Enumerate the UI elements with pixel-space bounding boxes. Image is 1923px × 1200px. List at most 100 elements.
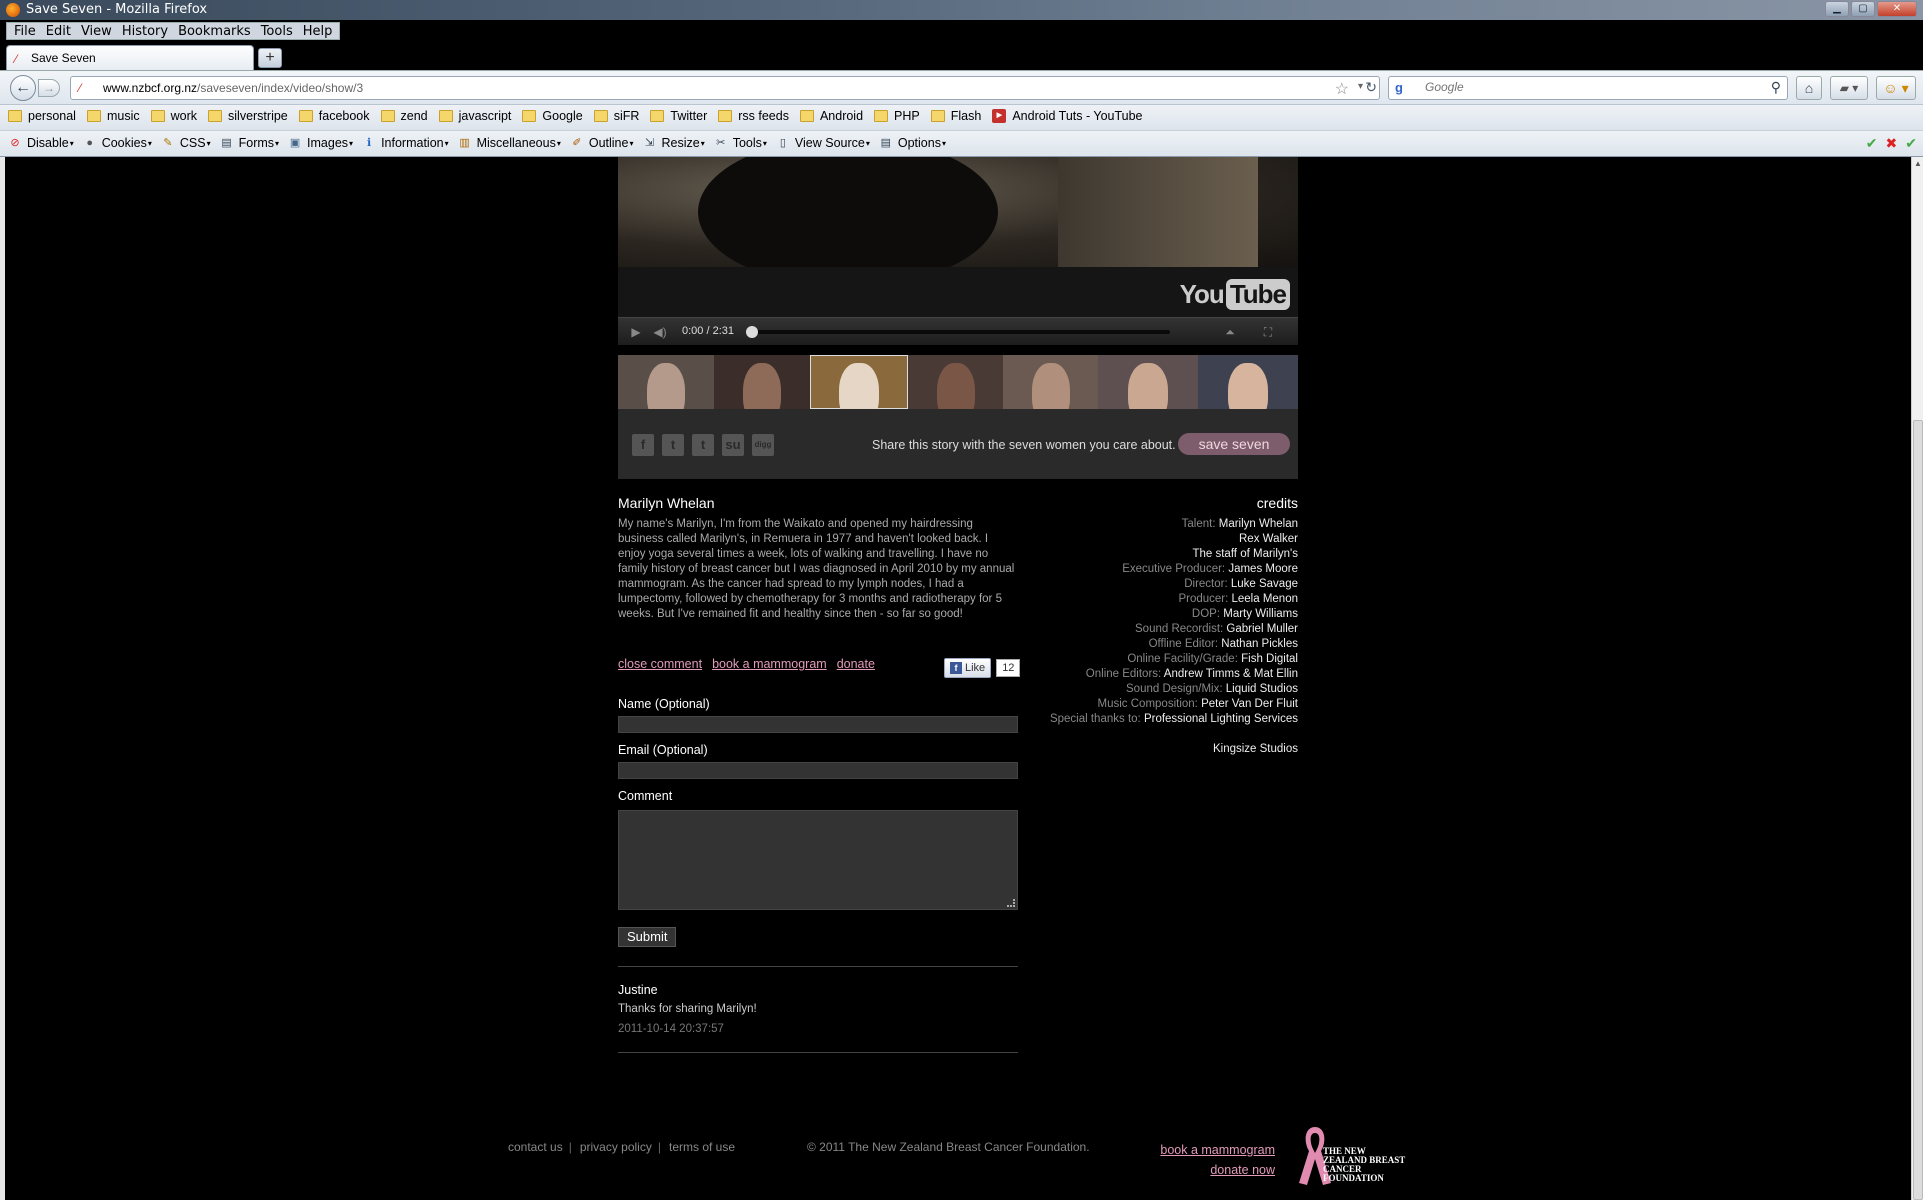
minimize-button[interactable]: ▁ [1825,1,1849,17]
js-error-icon[interactable]: ✖ [1886,135,1898,152]
fullscreen-icon[interactable]: ⛶ [1256,323,1280,341]
devbar-tools-menu[interactable]: ✂ Tools ▾ [714,136,767,150]
menu-edit[interactable]: Edit [41,23,76,39]
bookmark-folder-rss-feeds[interactable]: rss feeds [718,109,789,123]
story-thumbnail[interactable] [1098,355,1198,409]
extension-button[interactable]: ▰ ▾ [1830,76,1868,100]
tab-save-seven[interactable]: ⁄ Save Seven [6,45,254,70]
expand-icon[interactable]: ⏶ [1218,323,1242,341]
css-valid-icon[interactable]: ✔ [1866,135,1878,152]
footer-book-mammogram-link[interactable]: book a mammogram [1100,1140,1275,1160]
devbar-css-menu[interactable]: ✎ CSS ▾ [161,136,210,150]
donate-link[interactable]: donate [837,657,875,671]
search-bar[interactable]: g ⚲ [1388,76,1788,100]
bookmark-folder-twitter[interactable]: Twitter [650,109,707,123]
forward-button[interactable]: → [38,79,60,97]
bookmark-folder-work[interactable]: work [150,109,197,123]
menu-tools[interactable]: Tools [256,23,298,39]
comment-textarea[interactable] [618,810,1018,910]
privacy-policy-link[interactable]: privacy policy [580,1140,652,1154]
facebook-icon[interactable]: f [632,434,654,456]
digg-icon[interactable]: digg [752,434,774,456]
devbar-images-menu[interactable]: ▣ Images ▾ [288,136,353,150]
bookmark-folder-silverstripe[interactable]: silverstripe [208,109,288,123]
scrollbar-thumb[interactable] [1913,420,1923,1200]
bookmark-folder-javascript[interactable]: javascript [438,109,511,123]
html-valid-icon[interactable]: ✔ [1905,135,1917,152]
menu-history[interactable]: History [117,23,173,39]
name-input[interactable] [618,716,1018,733]
devbar-options-menu[interactable]: ▤ Options ▾ [879,136,946,150]
devbar-forms-menu[interactable]: ▤ Forms ▾ [220,136,279,150]
back-button[interactable]: ← [10,75,36,101]
credit-role: Producer: [1178,593,1229,605]
seek-handle[interactable] [746,326,758,338]
bookmark-folder-php[interactable]: PHP [874,109,920,123]
menu-list: File Edit View History Bookmarks Tools Help [6,22,341,40]
credit-name: Rex Walker [1239,533,1298,545]
story-thumbnail[interactable] [618,355,714,409]
menu-view[interactable]: View [76,23,117,39]
terms-of-use-link[interactable]: terms of use [669,1140,735,1154]
maximize-button[interactable]: ▢ [1851,1,1875,17]
scroll-up-icon[interactable]: ▲ [1914,159,1922,168]
story-thumbnail[interactable] [908,355,1003,409]
stumbleupon-icon[interactable]: su [722,434,744,456]
bookmark-star-icon[interactable]: ☆ [1335,79,1349,99]
youtube-logo[interactable]: You Tube [1180,279,1290,310]
page-scrollbar[interactable]: ▲ [1911,157,1923,1200]
close-window-button[interactable]: ✕ [1877,1,1917,17]
bookmark-folder-google[interactable]: Google [522,109,583,123]
menu-file[interactable]: File [9,23,41,39]
search-icon[interactable]: ⚲ [1771,79,1781,96]
menu-help[interactable]: Help [298,23,338,39]
bookmark-folder-facebook[interactable]: facebook [298,109,370,123]
save-seven-button[interactable]: save seven [1178,433,1290,455]
twitter-icon[interactable]: t [662,434,684,456]
story-thumbnail[interactable] [1003,355,1098,409]
menu-bookmarks[interactable]: Bookmarks [173,23,256,39]
greasemonkey-button[interactable]: ☺ ▾ [1876,76,1916,100]
bookmark-folder-music[interactable]: music [86,109,140,123]
google-engine-icon[interactable]: g [1395,80,1403,95]
devbar-disable-menu[interactable]: ⊘ Disable ▾ [8,136,73,150]
new-tab-button[interactable]: + [258,48,282,68]
url-text[interactable]: www.nzbcf.org.nz/saveseven/index/video/s… [103,81,363,95]
dropdown-caret-icon: ▾ [556,138,561,148]
devbar-miscellaneous-menu[interactable]: ▥ Miscellaneous ▾ [458,136,561,150]
devbar-cookies-menu[interactable]: ● Cookies ▾ [83,136,152,150]
home-button[interactable]: ⌂ [1796,76,1822,100]
devbar-information-menu[interactable]: ℹ Information ▾ [362,136,449,150]
devbar-outline-menu[interactable]: ✐ Outline ▾ [570,136,633,150]
bookmark-folder-zend[interactable]: zend [380,109,428,123]
facebook-like-button[interactable]: f Like [944,658,992,678]
volume-icon[interactable]: ◀) [648,323,672,341]
resize-grip-icon[interactable] [1007,899,1015,907]
bookmark-folder-flash[interactable]: Flash [930,109,981,123]
tumblr-icon[interactable]: t [692,434,714,456]
reload-icon[interactable]: ↻ [1365,79,1377,96]
nzbcf-logo[interactable]: THE NEW ZEALAND BREAST CANCER FOUNDATION [1295,1123,1405,1188]
bookmark-folder-personal[interactable]: personal [8,109,76,123]
bookmark-folder-sifr[interactable]: siFR [593,109,639,123]
submit-button[interactable]: Submit [618,927,677,947]
story-thumbnail[interactable] [1198,355,1298,409]
bookmark-android-tuts-youtube[interactable]: ▶ Android Tuts - YouTube [992,109,1143,123]
bookmark-folder-android[interactable]: Android [799,109,863,123]
search-input[interactable] [1425,80,1745,94]
email-input[interactable] [618,762,1018,779]
story-thumbnail-active[interactable] [810,355,908,409]
footer-donate-now-link[interactable]: donate now [1100,1160,1275,1180]
book-mammogram-link[interactable]: book a mammogram [712,657,827,671]
folder-icon [208,110,223,122]
story-thumbnail[interactable] [714,355,810,409]
url-bar[interactable]: ⁄ www.nzbcf.org.nz/saveseven/index/video… [70,76,1380,100]
seek-bar[interactable] [750,330,1170,334]
url-history-dropdown-icon[interactable]: ▾ [1358,81,1363,92]
devbar-view-source-menu[interactable]: ▯ View Source ▾ [776,136,870,150]
contact-us-link[interactable]: contact us [508,1140,563,1154]
close-comment-link[interactable]: close comment [618,657,702,671]
play-icon[interactable]: ▶ [624,323,648,341]
devbar-resize-menu[interactable]: ⇲ Resize ▾ [642,136,705,150]
video-frame[interactable] [618,157,1298,267]
